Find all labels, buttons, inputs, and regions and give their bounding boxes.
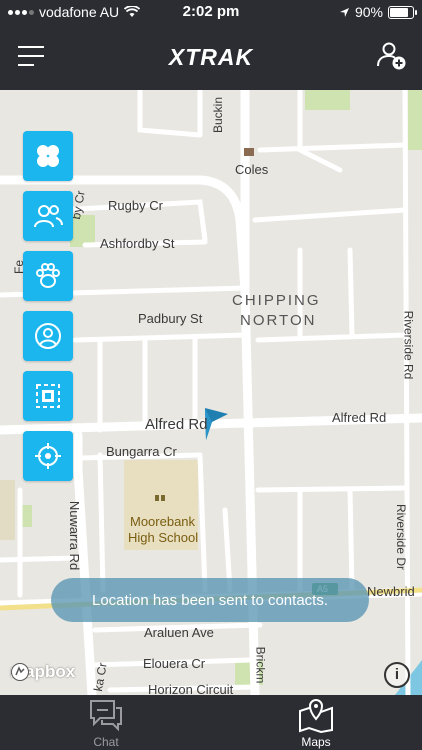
map-label: Rugby Cr xyxy=(108,198,163,213)
tab-label: Chat xyxy=(93,735,119,749)
pets-button[interactable] xyxy=(23,251,73,301)
map-label: Moorebank xyxy=(130,514,196,529)
mapbox-attribution[interactable]: mapbox xyxy=(10,662,75,682)
map-label: Alfred Rd xyxy=(332,410,387,425)
map-label: Buckin xyxy=(211,96,226,134)
location-button[interactable] xyxy=(23,311,73,361)
location-arrow-icon xyxy=(339,7,349,17)
fence-icon xyxy=(36,384,60,408)
map-label: Riverside Dr xyxy=(394,503,409,571)
map-info-button[interactable]: i xyxy=(384,662,410,688)
battery-icon xyxy=(388,5,417,19)
location-pin-icon xyxy=(35,323,61,349)
add-user-icon[interactable] xyxy=(376,40,408,72)
status-bar: vodafone AU 2:02 pm 90% xyxy=(0,0,422,24)
chat-icon xyxy=(90,700,122,732)
clover-icon xyxy=(37,145,59,167)
paw-icon xyxy=(36,263,60,288)
map-label: Brickm xyxy=(253,646,268,684)
toast-message: Location has been sent to contacts. xyxy=(51,578,369,622)
map-label: Elouera Cr xyxy=(143,656,206,671)
mapbox-logo-icon xyxy=(11,663,29,681)
map-label: Newbrid xyxy=(367,584,415,599)
map-label: Ashfordby St xyxy=(100,236,175,251)
app-logo: XTRAK xyxy=(168,44,254,70)
map-label: Alfred Rd xyxy=(145,416,208,433)
users-icon xyxy=(34,205,63,228)
map-label: High School xyxy=(128,530,199,545)
map-label: Coles xyxy=(235,162,269,177)
battery-percent: 90% xyxy=(354,4,383,20)
map-label: Nuwarra Rd xyxy=(67,500,83,571)
map-label: Padbury St xyxy=(138,311,203,326)
recenter-button[interactable] xyxy=(23,431,73,481)
map-icon xyxy=(299,699,333,733)
tab-label: Maps xyxy=(301,735,331,749)
bottom-tab-bar: Chat Maps xyxy=(0,695,422,750)
tab-maps[interactable]: Maps xyxy=(256,695,376,750)
map-label: CHIPPING xyxy=(232,292,321,309)
map-label: Horizon Circuit xyxy=(148,682,234,695)
users-button[interactable] xyxy=(23,191,73,241)
map-label: Riverside Rd xyxy=(401,310,416,380)
app-header: XTRAK xyxy=(0,24,422,90)
crosshair-icon xyxy=(35,443,61,469)
tab-chat[interactable]: Chat xyxy=(46,695,166,750)
geofence-button[interactable] xyxy=(23,371,73,421)
map-label: Bungarra Cr xyxy=(106,444,177,459)
map-label: Araluen Ave xyxy=(144,625,214,640)
map-label: NORTON xyxy=(240,312,317,329)
clover-button[interactable] xyxy=(23,131,73,181)
